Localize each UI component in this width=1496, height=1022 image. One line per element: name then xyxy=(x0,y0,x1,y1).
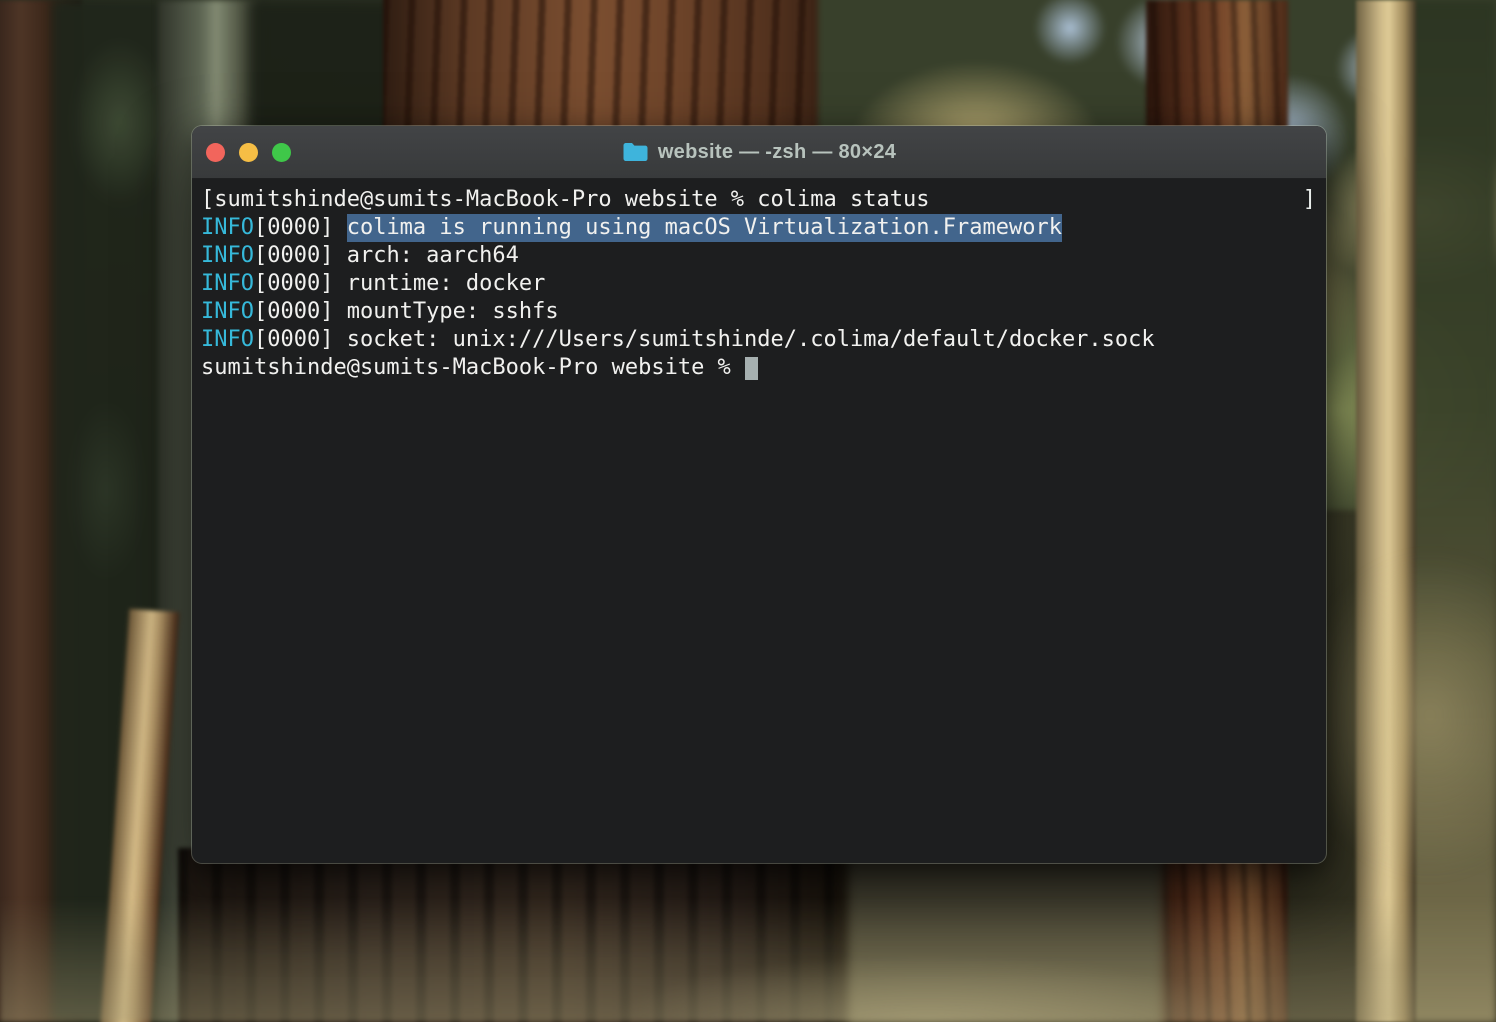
line-wrap-bracket: ] xyxy=(1303,186,1318,214)
traffic-lights xyxy=(192,143,291,162)
log-meta: [0000] xyxy=(254,326,347,354)
selected-text: colima is running using macOS Virtualiza… xyxy=(347,214,1062,242)
log-level: INFO xyxy=(201,214,254,242)
window-title: website — -zsh — 80×24 xyxy=(658,141,896,164)
mist-bottom xyxy=(0,898,1496,1022)
log-level: INFO xyxy=(201,326,254,354)
log-meta: [0000] xyxy=(254,298,347,326)
log-message: socket: unix:///Users/sumitshinde/.colim… xyxy=(347,326,1155,354)
terminal-line: sumitshinde@sumits-MacBook-Pro website % xyxy=(201,354,1318,382)
terminal-window: website — -zsh — 80×24 [sumitshinde@sumi… xyxy=(192,126,1326,863)
terminal-line: INFO[0000] mountType: sshfs xyxy=(201,298,1318,326)
log-level: INFO xyxy=(201,298,254,326)
shell-prompt: sumitshinde@sumits-MacBook-Pro website % xyxy=(201,354,744,382)
log-meta: [0000] xyxy=(254,242,347,270)
folder-icon xyxy=(622,141,649,163)
title-bar[interactable]: website — -zsh — 80×24 xyxy=(192,126,1326,179)
terminal-line: [sumitshinde@sumits-MacBook-Pro website … xyxy=(201,186,1318,214)
log-message: mountType: sshfs xyxy=(347,298,559,326)
terminal-line: INFO[0000] colima is running using macOS… xyxy=(201,214,1318,242)
log-meta: [0000] xyxy=(254,214,347,242)
log-level: INFO xyxy=(201,242,254,270)
command-line-text: [sumitshinde@sumits-MacBook-Pro website … xyxy=(201,186,929,214)
window-title-group: website — -zsh — 80×24 xyxy=(192,126,1326,178)
close-button[interactable] xyxy=(206,143,225,162)
log-level: INFO xyxy=(201,270,254,298)
terminal-line: INFO[0000] runtime: docker xyxy=(201,270,1318,298)
log-message: arch: aarch64 xyxy=(347,242,519,270)
minimize-button[interactable] xyxy=(239,143,258,162)
log-message: runtime: docker xyxy=(347,270,546,298)
terminal-cursor xyxy=(745,357,758,380)
terminal-content[interactable]: [sumitshinde@sumits-MacBook-Pro website … xyxy=(192,179,1326,863)
terminal-line: INFO[0000] socket: unix:///Users/sumitsh… xyxy=(201,326,1318,354)
terminal-line: INFO[0000] arch: aarch64 xyxy=(201,242,1318,270)
zoom-button[interactable] xyxy=(272,143,291,162)
log-meta: [0000] xyxy=(254,270,347,298)
